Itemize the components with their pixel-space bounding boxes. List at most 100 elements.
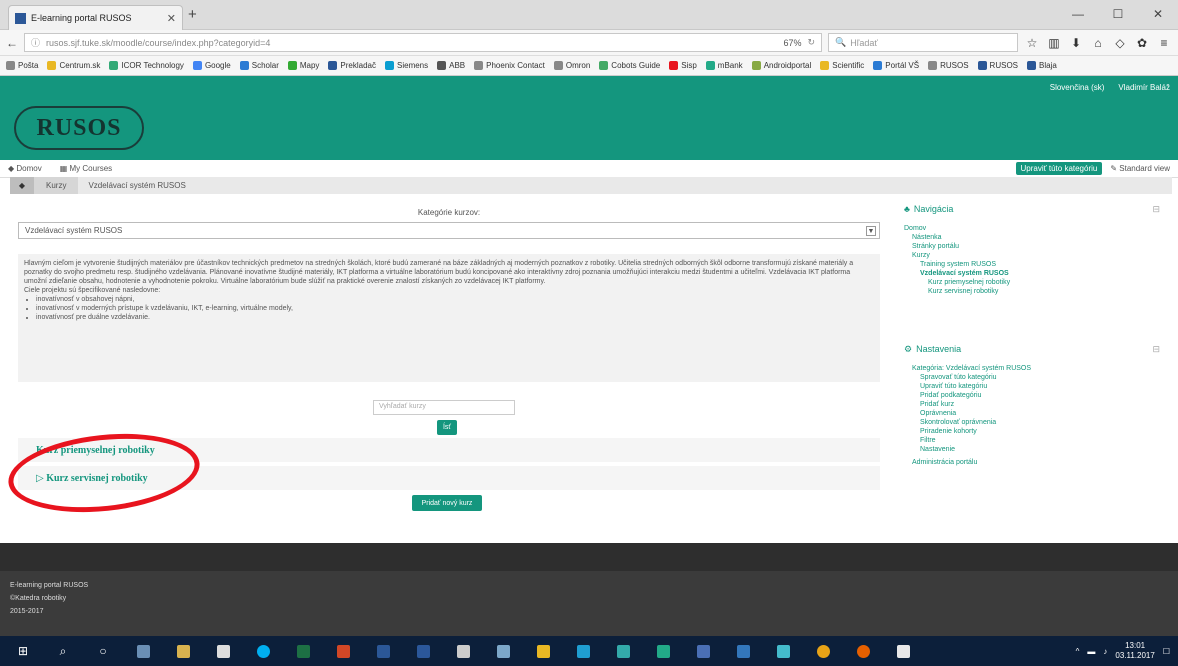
admin-permissions[interactable]: Oprávnenia <box>904 409 1164 418</box>
powerpoint-icon[interactable] <box>328 640 358 662</box>
standard-view-link[interactable]: ✎ Standard view <box>1110 164 1170 173</box>
minimize-icon[interactable]: — <box>1058 0 1098 28</box>
bookmark-item[interactable]: mBank <box>705 61 743 70</box>
volume-icon[interactable]: ♪ <box>1103 647 1107 656</box>
edit-category-button[interactable]: Upraviť túto kategóriu <box>1015 162 1103 175</box>
close-window-icon[interactable]: ✕ <box>1138 0 1178 28</box>
app-icon[interactable] <box>688 640 718 662</box>
bookmark-item[interactable]: Siemens <box>385 61 428 70</box>
category-select[interactable]: Vzdelávací systém RUSOS ▼ <box>18 222 880 239</box>
app-icon[interactable] <box>488 640 518 662</box>
bookmark-item[interactable]: Sisp <box>669 61 697 70</box>
extension-icon[interactable]: ✿ <box>1134 36 1150 50</box>
admin-settings[interactable]: Nastavenie <box>904 445 1164 454</box>
firefox-icon[interactable] <box>848 640 878 662</box>
download-icon[interactable]: ⬇ <box>1068 36 1084 50</box>
word-icon[interactable] <box>408 640 438 662</box>
back-icon[interactable]: ← <box>6 36 18 50</box>
app-icon[interactable] <box>728 640 758 662</box>
clock[interactable]: 13:01 03.11.2017 <box>1115 641 1154 661</box>
close-tab-icon[interactable]: ✕ <box>167 12 176 25</box>
admin-edit-category[interactable]: Upraviť túto kategóriu <box>904 382 1164 391</box>
info-icon[interactable]: ⓘ <box>31 36 40 49</box>
chrome-icon[interactable] <box>808 640 838 662</box>
star-icon[interactable]: ☆ <box>1024 36 1040 50</box>
zoom-level[interactable]: 67% <box>783 38 801 48</box>
app-icon[interactable] <box>568 640 598 662</box>
bookmark-item[interactable]: Omron <box>553 61 590 70</box>
app-icon[interactable] <box>768 640 798 662</box>
nav-item-courses[interactable]: Kurzy <box>904 251 1164 260</box>
admin-manage-category[interactable]: Spravovať túto kategóriu <box>904 373 1164 382</box>
go-button[interactable]: Ísť <box>437 420 457 435</box>
bookmark-item[interactable]: RUSOS <box>928 61 969 70</box>
bookmark-item[interactable]: RUSOS <box>977 61 1018 70</box>
bookmark-item[interactable]: ABB <box>437 61 465 70</box>
nav-item-dashboard[interactable]: Nástenka <box>904 233 1164 242</box>
excel-icon[interactable] <box>288 640 318 662</box>
admin-filters[interactable]: Filtre <box>904 436 1164 445</box>
library-icon[interactable]: ▥ <box>1046 36 1062 50</box>
new-tab-icon[interactable]: + <box>188 6 197 23</box>
bookmark-item[interactable]: Phoenix Contact <box>474 61 545 70</box>
admin-add-course[interactable]: Pridať kurz <box>904 400 1164 409</box>
admin-add-subcategory[interactable]: Pridať podkategóriu <box>904 391 1164 400</box>
bookmark-item[interactable]: Prekladač <box>328 61 376 70</box>
home-icon[interactable]: ⌂ <box>1090 36 1106 50</box>
app-icon[interactable] <box>528 640 558 662</box>
nav-item-training[interactable]: Training system RUSOS <box>904 260 1164 269</box>
bookmark-item[interactable]: Cobots Guide <box>599 61 660 70</box>
app-icon[interactable] <box>888 640 918 662</box>
calculator-icon[interactable] <box>208 640 238 662</box>
nav-item-current-category[interactable]: Vzdelávací systém RUSOS <box>904 269 1164 278</box>
bookmark-item[interactable]: Androidportal <box>751 61 811 70</box>
add-course-button[interactable]: Pridať nový kurz <box>412 495 482 511</box>
notifications-icon[interactable]: ☐ <box>1163 647 1170 656</box>
bookmark-item[interactable]: Scientific <box>820 61 864 70</box>
nav-home[interactable]: ◆ Domov <box>8 164 42 173</box>
user-menu[interactable]: Vladimír Baláž <box>1118 83 1170 92</box>
task-view-icon[interactable]: ○ <box>88 640 118 662</box>
search-icon[interactable]: ⌕ <box>48 640 78 662</box>
nav-my-courses[interactable]: ▦ My Courses <box>60 164 112 173</box>
bookmark-item[interactable]: Blaja <box>1027 61 1057 70</box>
course-search-input[interactable]: Vyhľadať kurzy <box>373 400 515 415</box>
windows-start-icon[interactable]: ⊞ <box>8 640 38 662</box>
bookmark-item[interactable]: Google <box>192 61 231 70</box>
app-icon[interactable] <box>168 640 198 662</box>
reload-icon[interactable]: ↻ <box>807 37 815 48</box>
bookmark-item[interactable]: Mapy <box>287 61 319 70</box>
nav-item-course-1[interactable]: Kurz priemyselnej robotiky <box>904 278 1164 287</box>
app-icon[interactable] <box>128 640 158 662</box>
maximize-icon[interactable]: ☐ <box>1098 0 1138 28</box>
nav-item-course-2[interactable]: Kurz servisnej robotiky <box>904 287 1164 296</box>
pocket-icon[interactable]: ◇ <box>1112 36 1128 50</box>
breadcrumb-courses[interactable]: Kurzy <box>34 177 79 194</box>
browser-tab[interactable]: E-learning portal RUSOS ✕ <box>8 5 183 30</box>
app-icon[interactable] <box>368 640 398 662</box>
skype-icon[interactable] <box>248 640 278 662</box>
tray-chevron-icon[interactable]: ^ <box>1076 647 1080 656</box>
network-icon[interactable]: ▬ <box>1087 647 1095 656</box>
menu-icon[interactable]: ≡ <box>1156 36 1172 50</box>
admin-cohorts[interactable]: Priradenie kohorty <box>904 427 1164 436</box>
admin-check-permissions[interactable]: Skontrolovať oprávnenia <box>904 418 1164 427</box>
bookmark-item[interactable]: Scholar <box>239 61 279 70</box>
app-icon[interactable] <box>448 640 478 662</box>
app-icon[interactable] <box>608 640 638 662</box>
admin-category[interactable]: Kategória: Vzdelávací systém RUSOS <box>904 364 1164 373</box>
language-menu[interactable]: Slovenčina (sk) <box>1050 83 1105 92</box>
bookmark-item[interactable]: Pošta <box>6 61 38 70</box>
app-icon[interactable] <box>648 640 678 662</box>
address-bar[interactable]: ⓘ rusos.sjf.tuke.sk/moodle/course/index.… <box>24 33 822 52</box>
breadcrumb-home-icon[interactable]: ◆ <box>10 177 34 194</box>
admin-site-administration[interactable]: Administrácia portálu <box>904 458 1164 467</box>
nav-item-home[interactable]: Domov <box>904 224 1164 233</box>
bookmark-item[interactable]: Portál VŠ <box>873 61 919 70</box>
site-logo[interactable]: RUSOS <box>14 106 144 150</box>
collapse-icon[interactable]: ⊟ <box>1152 345 1160 354</box>
browser-search[interactable]: 🔍 Hľadať <box>828 33 1018 52</box>
bookmark-item[interactable]: ICOR Technology <box>109 61 184 70</box>
collapse-icon[interactable]: ⊟ <box>1152 205 1160 214</box>
bookmark-item[interactable]: Centrum.sk <box>47 61 100 70</box>
